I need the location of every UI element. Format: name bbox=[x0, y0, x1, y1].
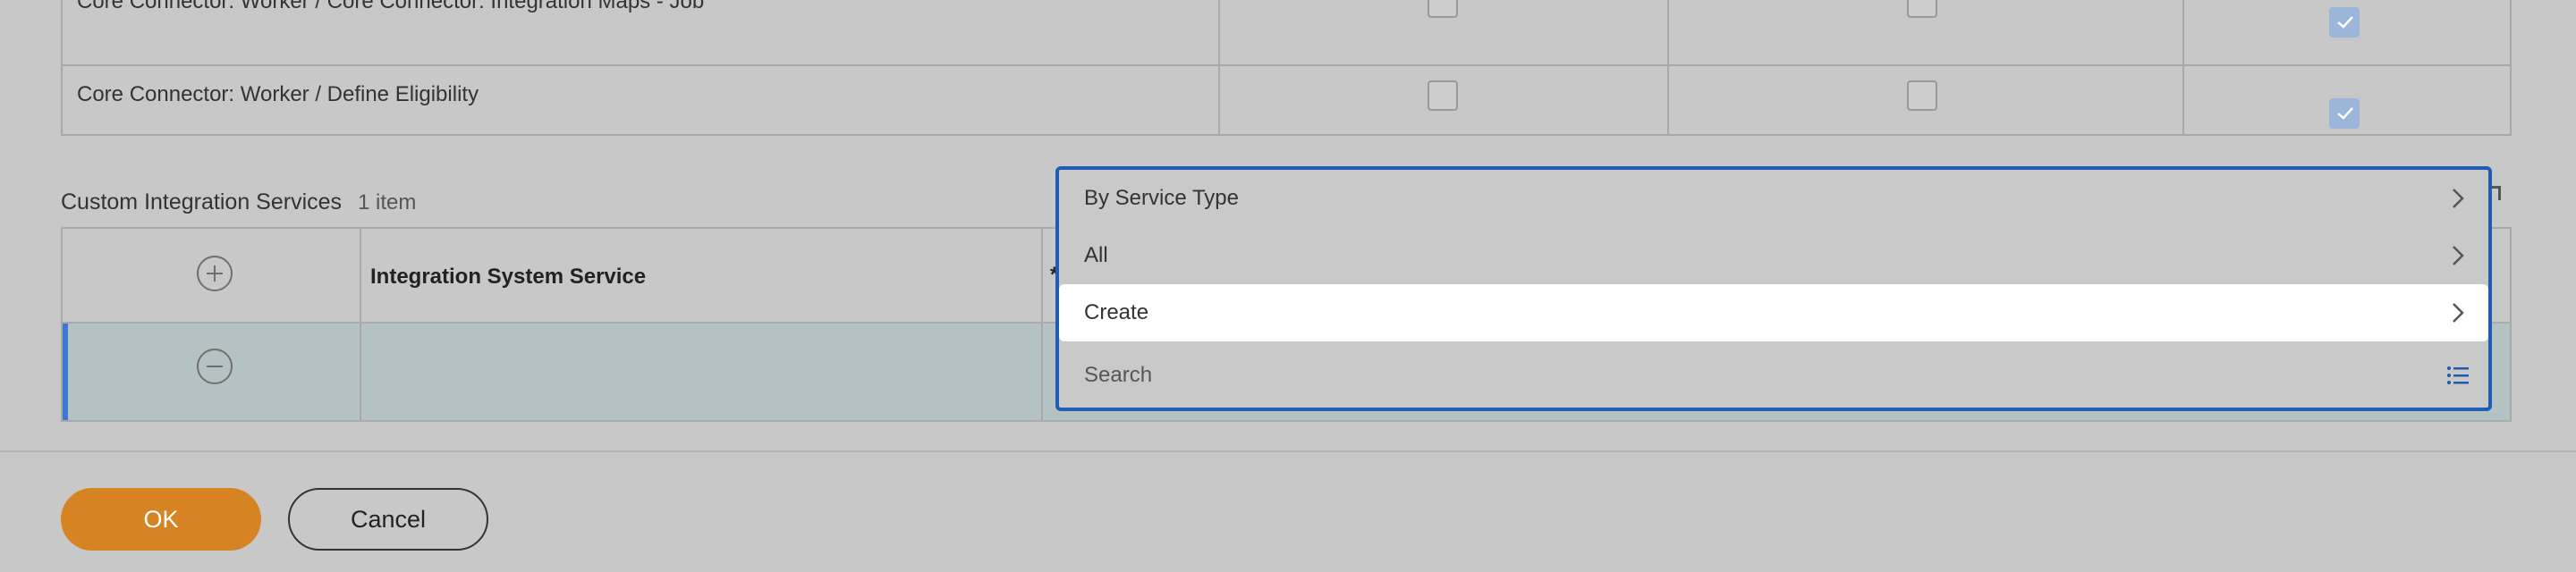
dropdown-item-label: Create bbox=[1084, 300, 1149, 324]
integration-maps-table: Core Connector: Worker / Core Connector:… bbox=[61, 0, 2512, 136]
cancel-button[interactable]: Cancel bbox=[288, 488, 488, 551]
column-divider bbox=[1041, 229, 1043, 322]
dropdown-item-label: All bbox=[1084, 243, 1108, 267]
footer-divider bbox=[0, 450, 2576, 452]
dropdown-search-field[interactable]: Search bbox=[1059, 347, 2488, 404]
check-icon bbox=[2337, 107, 2353, 120]
row-label: Core Connector: Worker / Core Connector:… bbox=[77, 0, 705, 13]
checkbox-checked[interactable] bbox=[2329, 98, 2360, 129]
dropdown-item-by-service-type[interactable]: By Service Type bbox=[1059, 170, 2488, 227]
row-selection-indicator bbox=[63, 324, 68, 420]
dropdown-item-all[interactable]: All bbox=[1059, 227, 2488, 284]
section-title-text: Custom Integration Services bbox=[61, 189, 343, 214]
column-header-integration-system-service: Integration System Service bbox=[370, 265, 647, 289]
checkbox[interactable] bbox=[1907, 80, 1937, 111]
check-icon bbox=[2337, 16, 2353, 29]
checkbox-checked[interactable] bbox=[2329, 7, 2360, 38]
chevron-right-icon bbox=[2453, 303, 2464, 323]
table-row: Core Connector: Worker / Define Eligibil… bbox=[63, 66, 2510, 136]
chevron-right-icon bbox=[2453, 189, 2464, 208]
checkbox[interactable] bbox=[1428, 80, 1458, 111]
table-row: Core Connector: Worker / Core Connector:… bbox=[63, 0, 2510, 66]
dropdown-item-create[interactable]: Create bbox=[1059, 284, 2488, 341]
add-row-button[interactable] bbox=[197, 256, 233, 291]
ok-button[interactable]: OK bbox=[61, 488, 261, 551]
service-prompt-dropdown[interactable]: By Service Type All Create Search bbox=[1055, 166, 2492, 411]
search-placeholder: Search bbox=[1084, 363, 1153, 387]
row-label: Core Connector: Worker / Define Eligibil… bbox=[77, 82, 479, 106]
column-divider bbox=[1041, 324, 1043, 420]
dropdown-item-label: By Service Type bbox=[1084, 186, 1239, 210]
checkbox[interactable] bbox=[1907, 0, 1937, 18]
partial-icon bbox=[2492, 186, 2501, 200]
list-icon[interactable] bbox=[2445, 363, 2470, 388]
item-count: 1 item bbox=[358, 190, 417, 214]
column-divider bbox=[360, 324, 361, 420]
section-title: Custom Integration Services 1 item bbox=[61, 189, 416, 215]
checkbox[interactable] bbox=[1428, 0, 1458, 18]
chevron-right-icon bbox=[2453, 246, 2464, 265]
remove-row-button[interactable] bbox=[197, 349, 233, 384]
column-divider bbox=[360, 229, 361, 322]
